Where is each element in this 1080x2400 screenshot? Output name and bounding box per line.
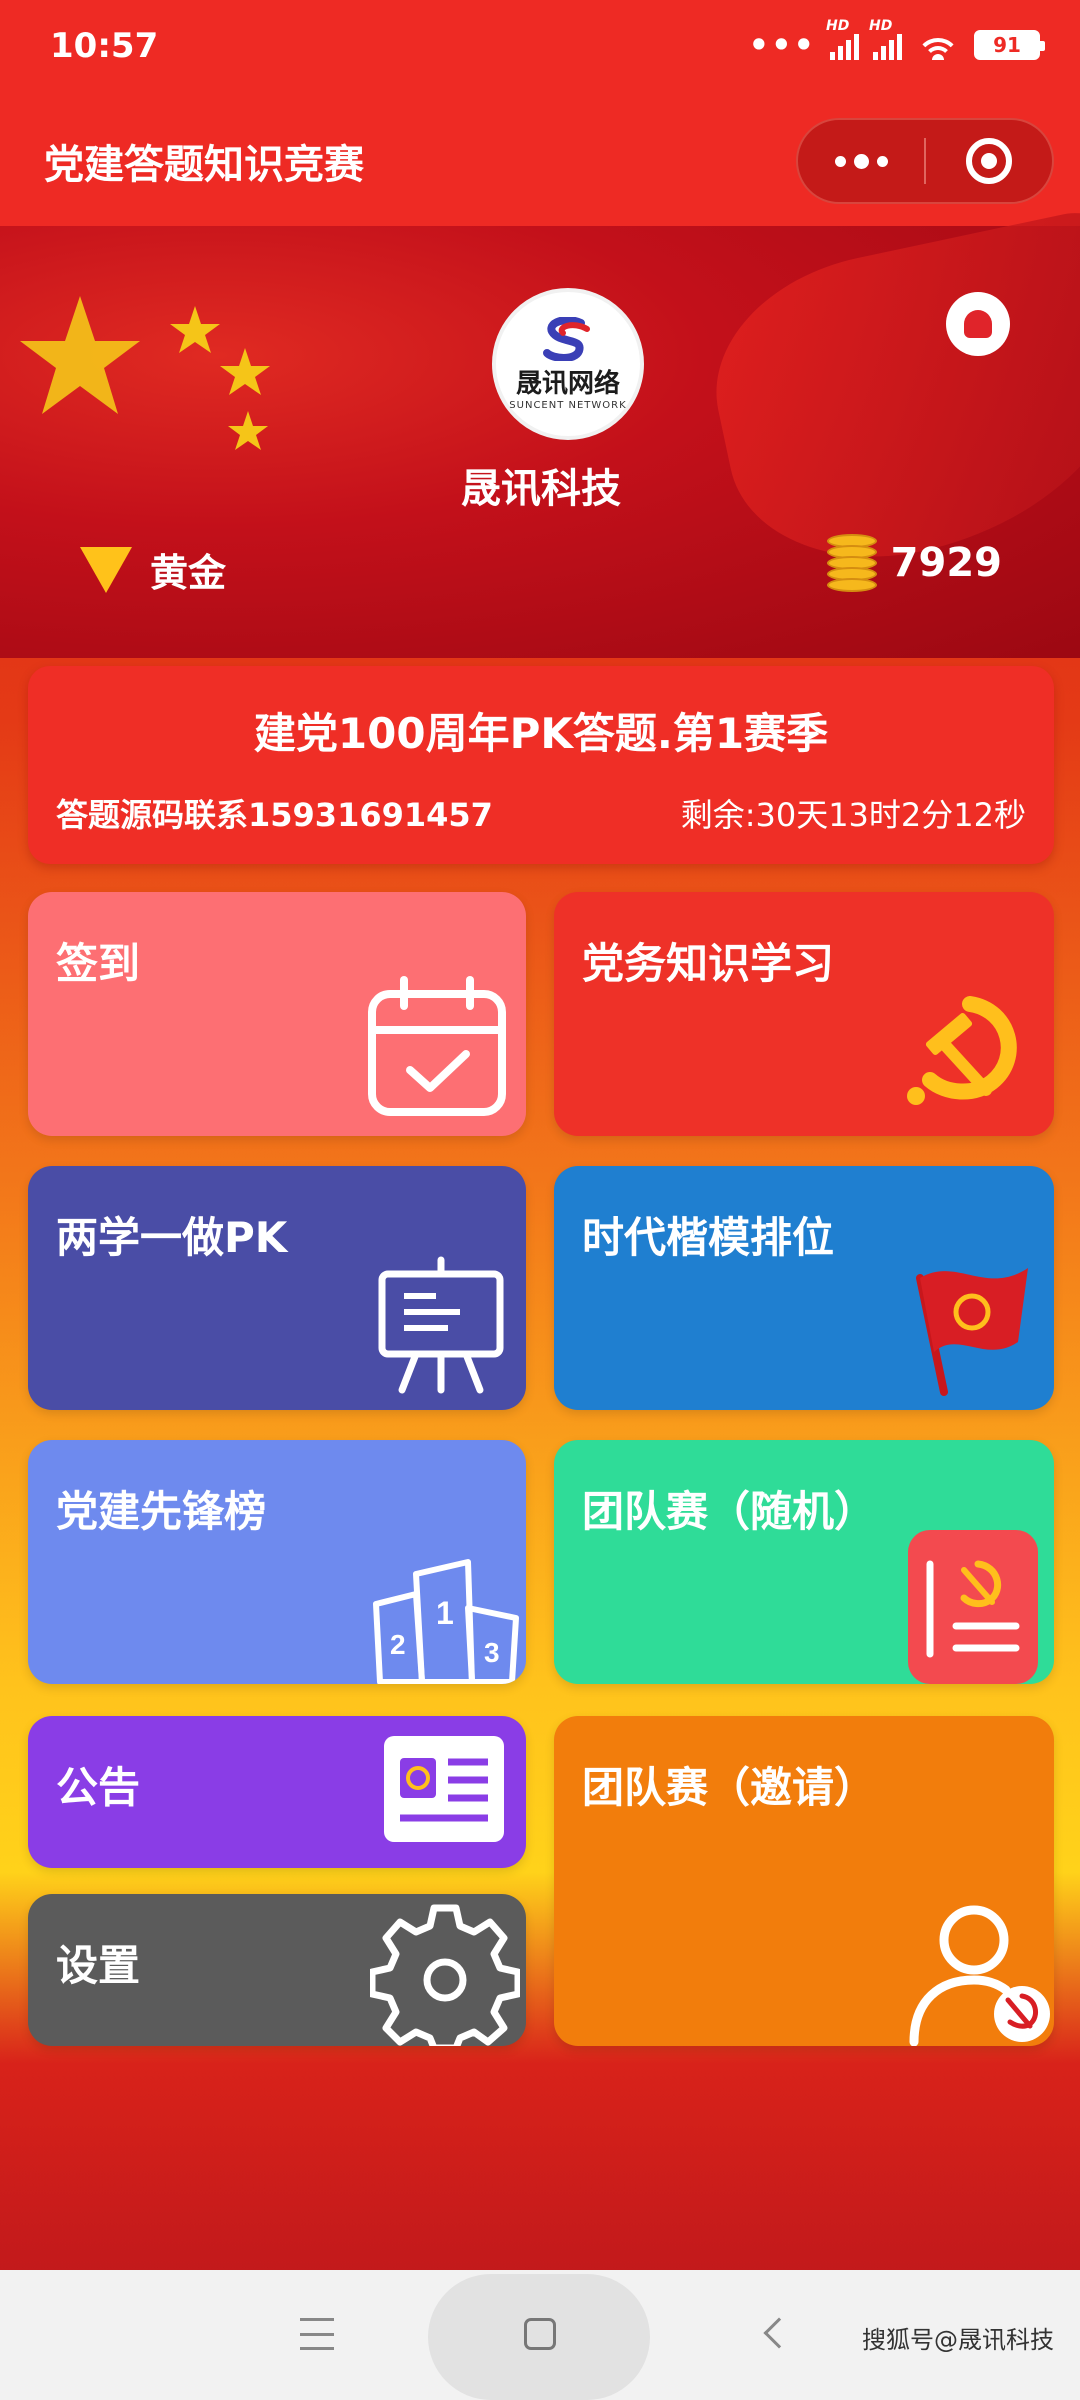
presentation-board-icon	[378, 1256, 504, 1394]
contest-title: 建党100周年PK答题.第1赛季	[253, 709, 829, 758]
tile-sign-in[interactable]: 签到	[28, 892, 526, 1136]
user-icon	[964, 310, 992, 338]
contest-card[interactable]: 建党100周年PK答题.第1赛季 答题源码联系15931691457 剩余:30…	[28, 666, 1054, 864]
logo-text-en: SUNCENT NETWORK	[509, 400, 627, 411]
page-title: 党建答题知识竞赛	[44, 142, 364, 188]
tile-team-random[interactable]: 团队赛（随机）	[554, 1440, 1054, 1684]
coin-balance: 7929	[826, 534, 1002, 592]
profile-banner: 晟讯网络 SUNCENT NETWORK 晟讯科技 黄金 7929	[0, 205, 1080, 658]
org-avatar[interactable]: 晟讯网络 SUNCENT NETWORK	[492, 288, 644, 440]
company-logo-icon	[543, 317, 590, 361]
miniprogram-capsule	[796, 118, 1054, 204]
tile-pk[interactable]: 两学一做PK	[28, 1166, 526, 1410]
tile-party-study[interactable]: 党务知识学习	[554, 892, 1054, 1136]
more-options-button[interactable]	[798, 120, 924, 202]
coin-count: 7929	[890, 540, 1002, 586]
diamond-icon	[80, 546, 132, 593]
signal-icon-2: HD	[869, 18, 902, 60]
logo-text-cn: 晟讯网络	[515, 369, 620, 399]
rank-badge: 黄金	[80, 542, 226, 597]
tile-vanguard[interactable]: 党建先锋榜 2 1 3	[28, 1440, 526, 1684]
rank-label: 黄金	[150, 551, 227, 595]
hammer-sickle-icon	[907, 996, 1017, 1105]
battery-icon: 91	[974, 30, 1045, 60]
status-time: 10:57	[50, 26, 159, 66]
tile-notice[interactable]: 公告	[28, 1716, 526, 1868]
svg-text:1: 1	[436, 1595, 454, 1631]
tile-sign-in-label: 签到	[56, 939, 141, 988]
back-arrow-icon[interactable]	[763, 2317, 795, 2349]
svg-text:3: 3	[484, 1637, 500, 1668]
tile-team-random-label: 团队赛（随机）	[582, 1487, 877, 1536]
podium-icon: 2 1 3	[373, 1559, 519, 1684]
coins-icon	[826, 534, 877, 592]
battery-level: 91	[993, 33, 1021, 57]
profile-card: 晟讯网络 SUNCENT NETWORK 晟讯科技 黄金 7929	[28, 234, 1054, 638]
tile-model-rank-label: 时代楷模排位	[582, 1213, 835, 1262]
tile-settings-label: 设置	[56, 1941, 141, 1990]
tile-party-study-label: 党务知识学习	[582, 939, 835, 988]
tile-team-invite-label: 团队赛（邀请）	[582, 1763, 877, 1812]
notice-board-icon	[384, 1736, 504, 1842]
close-miniprogram-button[interactable]	[926, 120, 1052, 202]
calendar-check-icon	[368, 976, 506, 1116]
wifi-icon	[916, 30, 960, 60]
tile-team-invite[interactable]: 团队赛（邀请）	[554, 1716, 1054, 2046]
contest-countdown: 剩余:30天13时2分12秒	[680, 796, 1026, 834]
svg-text:2: 2	[390, 1629, 406, 1660]
party-flag-icon	[916, 1268, 1028, 1396]
tile-vanguard-label: 党建先锋榜	[56, 1487, 267, 1536]
menu-icon[interactable]	[300, 2318, 334, 2350]
status-bar: 10:57 ••• HD HD 91	[50, 18, 1045, 72]
status-icons: ••• HD HD 91	[748, 18, 1045, 64]
watermark: 搜狐号@晟讯科技	[862, 2326, 1054, 2354]
org-name: 晟讯科技	[461, 466, 621, 512]
user-profile-button[interactable]	[946, 292, 1010, 356]
tile-pk-label: 两学一做PK	[56, 1213, 288, 1262]
team-member-icon	[909, 1905, 1050, 2046]
tile-notice-label: 公告	[56, 1763, 141, 1812]
party-book-icon	[908, 1530, 1038, 1684]
tile-model-rank[interactable]: 时代楷模排位	[554, 1166, 1054, 1410]
more-notifications-icon: •••	[748, 26, 816, 64]
home-square-icon[interactable]	[524, 2318, 556, 2350]
gear-icon	[370, 1904, 520, 2046]
top-bar: 10:57 ••• HD HD 91 党建答题知识竞赛	[0, 0, 1080, 226]
signal-icon: HD	[826, 18, 859, 60]
tile-settings[interactable]: 设置	[28, 1894, 526, 2046]
contest-contact: 答题源码联系15931691457	[56, 796, 493, 834]
target-icon	[965, 138, 1012, 184]
